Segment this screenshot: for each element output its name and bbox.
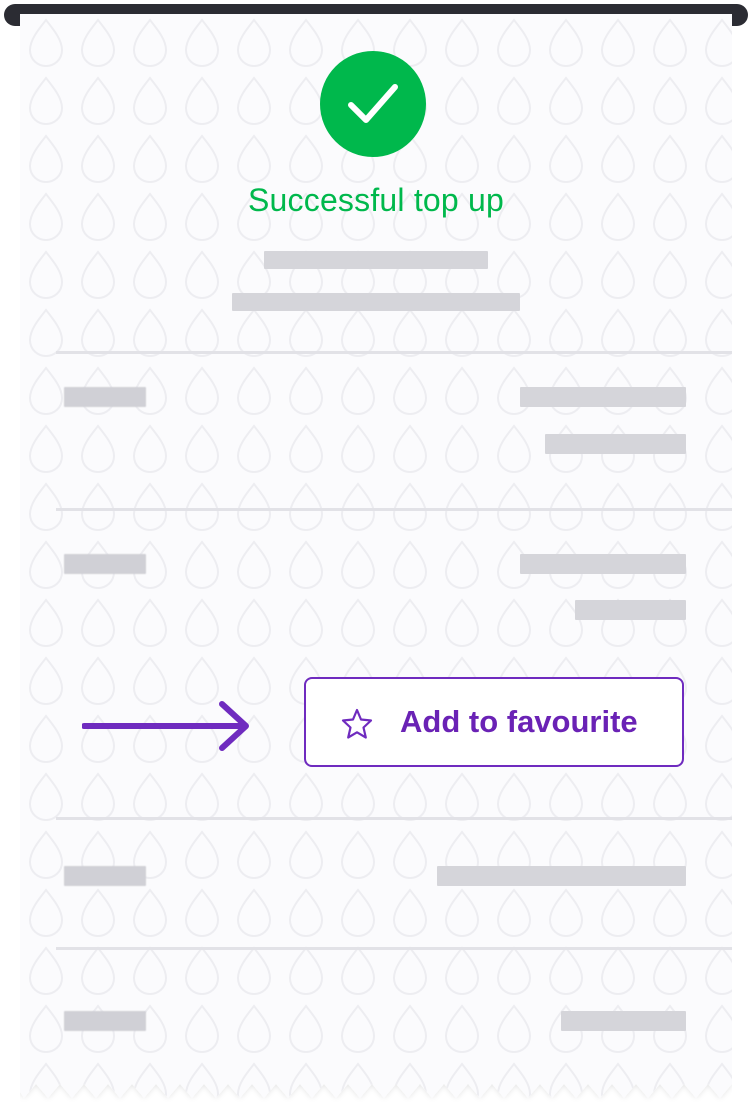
detail-value-placeholder: [520, 387, 686, 407]
add-to-favourite-label: Add to favourite: [400, 704, 638, 739]
recipient-name-placeholder: [264, 251, 488, 269]
add-to-favourite-button[interactable]: Add to favourite: [304, 677, 684, 767]
detail-subvalue-placeholder: [545, 434, 686, 454]
detail-subvalue-placeholder: [575, 600, 686, 620]
detail-label-placeholder: [64, 387, 146, 407]
detail-label-placeholder: [64, 1011, 146, 1031]
section-divider: [56, 508, 732, 511]
section-divider: [56, 351, 732, 354]
receipt-screen: Successful top up Add to favourite: [0, 0, 752, 1112]
detail-label-placeholder: [64, 554, 146, 574]
section-divider: [56, 947, 732, 950]
star-icon: [341, 708, 373, 739]
detail-label-placeholder: [64, 866, 146, 886]
recipient-number-placeholder: [232, 293, 520, 311]
receipt-card: Successful top up Add to favourite: [20, 14, 732, 1112]
status-title: Successful top up: [248, 182, 504, 218]
section-divider: [56, 817, 732, 820]
arrow-right-icon: [82, 701, 249, 751]
detail-value-placeholder: [520, 554, 686, 574]
detail-value-placeholder: [437, 866, 686, 886]
check-circle-icon: [320, 51, 426, 157]
detail-value-placeholder: [561, 1011, 686, 1031]
